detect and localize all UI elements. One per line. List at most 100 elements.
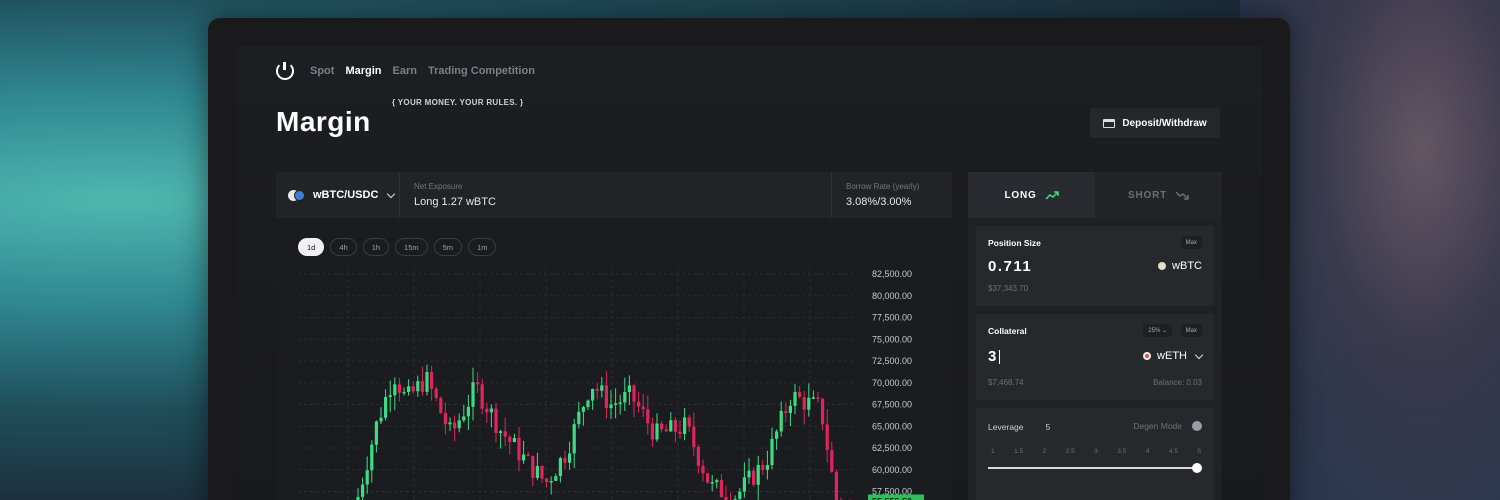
borrow-rate-label: Borrow Rate (yearly) bbox=[846, 182, 920, 191]
nav-earn[interactable]: Earn bbox=[393, 65, 417, 77]
candle-body bbox=[439, 398, 443, 414]
collateral-max-button[interactable]: Max bbox=[1180, 324, 1202, 337]
candle-body bbox=[683, 417, 687, 435]
pair-selector[interactable]: wBTC/USDC bbox=[276, 172, 400, 218]
position-token[interactable]: wBTC bbox=[1158, 260, 1202, 272]
timeframe-15m[interactable]: 15m bbox=[395, 238, 428, 256]
logo-icon[interactable] bbox=[276, 62, 294, 80]
candle-body bbox=[402, 391, 406, 394]
leverage-value[interactable]: 5 bbox=[1045, 422, 1050, 432]
net-exposure: Net Exposure Long 1.27 wBTC bbox=[400, 172, 832, 218]
collateral-percent-dropdown[interactable]: 25% ⌄ bbox=[1143, 324, 1172, 337]
candle-body bbox=[779, 410, 783, 432]
candle-body bbox=[788, 405, 792, 414]
timeframe-1d[interactable]: 1d bbox=[298, 238, 325, 256]
candle-body bbox=[618, 402, 622, 404]
candle-body bbox=[453, 422, 457, 429]
candle-body bbox=[816, 397, 820, 399]
deposit-withdraw-button[interactable]: Deposit/Withdraw bbox=[1090, 108, 1220, 138]
app-screen: Spot Margin Earn Trading Competition Mar… bbox=[236, 46, 1262, 500]
candle-body bbox=[678, 431, 682, 435]
leverage-tick: 1 bbox=[991, 448, 995, 455]
tab-long[interactable]: LONG bbox=[968, 172, 1095, 218]
candle-body bbox=[411, 386, 415, 392]
candle-body bbox=[715, 480, 719, 483]
candle-body bbox=[462, 416, 466, 421]
borrow-rate: Borrow Rate (yearly) 3.08%/3.00% bbox=[832, 172, 952, 218]
price-tick: 65,000.00 bbox=[872, 421, 912, 431]
leverage-ticks: 1 1.5 2 2.5 3 3.5 4 4.5 5 bbox=[991, 448, 1201, 455]
candle-body bbox=[830, 450, 834, 473]
candle-body bbox=[627, 385, 631, 392]
collateral-token-label: wETH bbox=[1157, 350, 1187, 362]
candle-body bbox=[577, 411, 581, 425]
position-size-label: Position Size bbox=[988, 238, 1041, 248]
tab-short-label: SHORT bbox=[1128, 189, 1167, 201]
position-token-label: wBTC bbox=[1172, 260, 1202, 272]
tab-long-label: LONG bbox=[1004, 189, 1037, 201]
candle-body bbox=[425, 371, 429, 392]
timeframe-4h[interactable]: 4h bbox=[330, 238, 357, 256]
chevron-down-icon bbox=[387, 189, 396, 198]
slider-knob[interactable] bbox=[1192, 463, 1202, 473]
price-tick: 72,500.00 bbox=[872, 356, 912, 366]
timeframe-5m[interactable]: 5m bbox=[433, 238, 463, 256]
price-chart[interactable]: 82,500.00 80,000.00 77,500.00 75,000.00 72,5… bbox=[276, 226, 952, 500]
candle-body bbox=[784, 410, 788, 414]
candle-body bbox=[706, 473, 710, 483]
position-size-input[interactable]: 0.711 bbox=[988, 258, 1032, 275]
collateral-input-value: 3 bbox=[988, 348, 998, 365]
nav-margin[interactable]: Margin bbox=[345, 65, 381, 77]
candle-body bbox=[756, 465, 760, 485]
candle-body bbox=[485, 408, 489, 413]
candle-body bbox=[600, 385, 604, 391]
candle-body bbox=[595, 388, 599, 391]
candle-body bbox=[489, 408, 493, 413]
candle-body bbox=[632, 385, 636, 402]
tagline: { YOUR MONEY. YOUR RULES. } bbox=[392, 98, 524, 107]
position-size-card: Position Size Max 0.711 wBTC $37,343.70 bbox=[976, 226, 1214, 306]
candle-body bbox=[581, 407, 585, 412]
collateral-input[interactable]: 3 bbox=[988, 348, 1000, 365]
candle-body bbox=[407, 386, 411, 392]
collateral-percent-label: 25% bbox=[1148, 327, 1161, 334]
leverage-row: Leverage 5 bbox=[988, 422, 1050, 432]
candle-body bbox=[825, 424, 829, 451]
leverage-tick: 3 bbox=[1094, 448, 1098, 455]
price-tick: 60,000.00 bbox=[872, 465, 912, 475]
candle-body bbox=[499, 431, 503, 434]
text-cursor bbox=[998, 350, 1000, 365]
timeframe-1h[interactable]: 1h bbox=[362, 238, 390, 256]
nav-spot[interactable]: Spot bbox=[310, 65, 334, 77]
candle-body bbox=[623, 391, 627, 403]
leverage-slider[interactable] bbox=[988, 463, 1202, 473]
leverage-label: Leverage bbox=[988, 422, 1024, 432]
candle-body bbox=[471, 382, 475, 407]
top-nav: Spot Margin Earn Trading Competition bbox=[276, 62, 535, 80]
candle-body bbox=[540, 465, 544, 479]
candle-body bbox=[554, 476, 558, 481]
candle-body bbox=[365, 470, 369, 485]
candle-body bbox=[770, 438, 774, 466]
candle-body bbox=[747, 470, 751, 478]
position-max-button[interactable]: Max bbox=[1180, 236, 1202, 249]
price-tick: 62,500.00 bbox=[872, 443, 912, 453]
candle-body bbox=[512, 437, 516, 443]
candle-body bbox=[765, 465, 769, 470]
price-tick: 70,000.00 bbox=[872, 378, 912, 388]
timeframe-1m[interactable]: 1m bbox=[468, 238, 497, 256]
candle-body bbox=[526, 454, 530, 457]
nav-trading-competition[interactable]: Trading Competition bbox=[428, 65, 535, 77]
side-tabs: LONG SHORT bbox=[968, 172, 1222, 218]
candle-body bbox=[591, 388, 595, 401]
net-exposure-label: Net Exposure bbox=[414, 182, 463, 191]
collateral-token-selector[interactable]: wETH bbox=[1143, 350, 1204, 362]
tab-short[interactable]: SHORT bbox=[1095, 172, 1222, 218]
candle-body bbox=[650, 423, 654, 440]
candle-body bbox=[480, 384, 484, 409]
candle-body bbox=[821, 398, 825, 425]
candle-body bbox=[572, 424, 576, 454]
candle-body bbox=[494, 408, 498, 434]
candle-body bbox=[807, 397, 811, 410]
degen-mode-toggle[interactable]: Degen Mode bbox=[1133, 421, 1202, 431]
